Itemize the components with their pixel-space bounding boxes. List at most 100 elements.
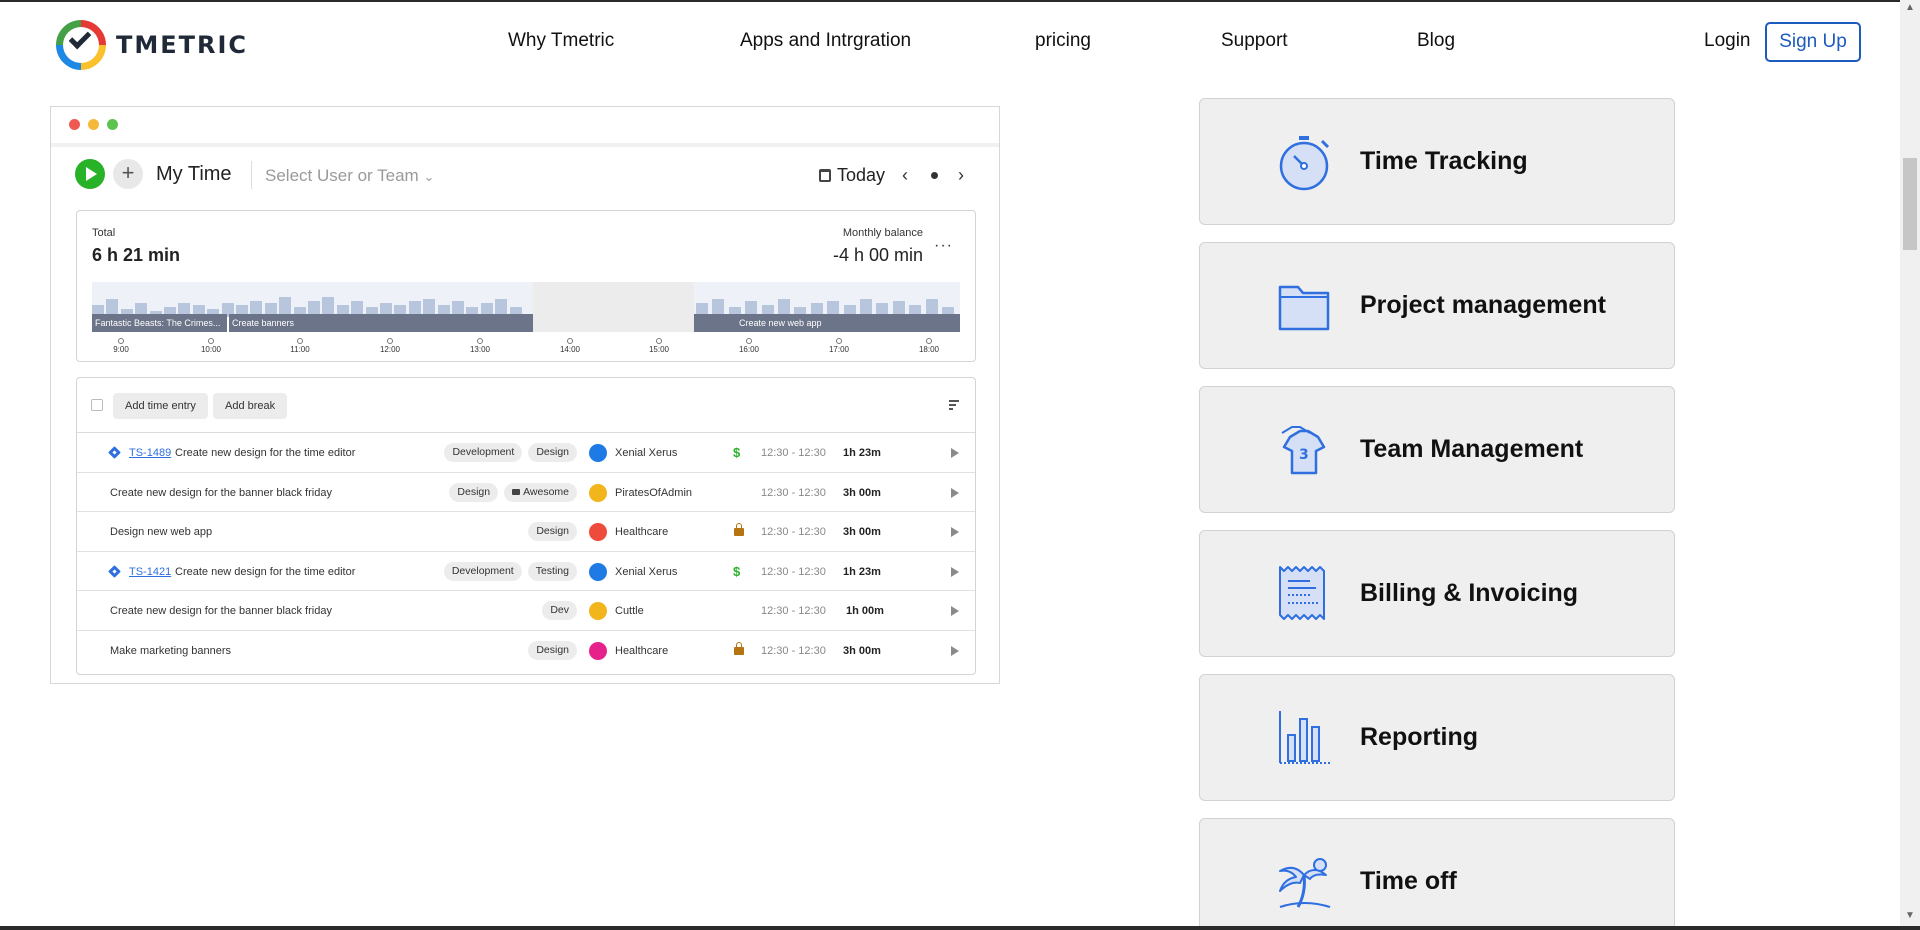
play-icon[interactable] — [951, 645, 959, 656]
signup-button[interactable]: Sign Up — [1765, 22, 1861, 62]
timeline-task[interactable]: Create new web app — [694, 314, 960, 332]
time-entry-row[interactable]: Make marketing banners Design Healthcare… — [77, 631, 975, 671]
prev-day-button[interactable]: ‹ — [902, 165, 908, 186]
sort-icon[interactable] — [949, 400, 959, 410]
brand-name: TMETRIC — [116, 31, 249, 59]
entry-description: Create new design for the banner black f… — [110, 605, 332, 617]
scroll-down-arrow-icon[interactable]: ▼ — [1905, 910, 1915, 921]
chevron-down-icon: ⌄ — [423, 169, 435, 184]
tag-label: Awesome — [523, 485, 569, 498]
time-range: 12:30 - 12:30 — [761, 644, 826, 657]
stopwatch-icon — [1279, 136, 1330, 191]
entry-duration: 1h 23m — [843, 447, 881, 459]
time-entry-row[interactable]: TS-1421 Create new design for the time e… — [77, 552, 975, 591]
timeline-idle-gap — [533, 282, 694, 332]
project-color-dot — [589, 562, 607, 581]
project-name: PiratesOfAdmin — [615, 486, 693, 499]
feature-card-time-off[interactable]: Time off — [1199, 818, 1675, 930]
entry-tags: Design — [528, 640, 577, 660]
play-icon[interactable] — [951, 487, 959, 498]
project-color-dot — [589, 602, 607, 620]
ticket-link[interactable]: TS-1421 — [129, 566, 171, 578]
login-link[interactable]: Login — [1704, 30, 1751, 52]
project-color-dot — [589, 483, 607, 502]
project-name: Healthcare — [615, 526, 669, 538]
tag: Awesome — [504, 482, 577, 502]
select-all-checkbox[interactable] — [91, 399, 103, 411]
entry-duration: 1h 23m — [843, 565, 881, 578]
palm-tree-icon — [1279, 858, 1331, 908]
more-options-icon[interactable]: ··· — [934, 237, 953, 255]
feature-title: Team Management — [1360, 435, 1584, 463]
feature-card-billing-invoicing[interactable]: Billing & Invoicing — [1199, 530, 1675, 657]
logo-icon — [56, 20, 106, 70]
project-color-dot — [589, 641, 607, 660]
bottom-edge — [0, 926, 1920, 930]
page-title: My Time — [156, 163, 232, 185]
time-range: 12:30 - 12:30 — [761, 447, 826, 459]
start-timer-button[interactable] — [75, 159, 105, 189]
scroll-up-arrow-icon[interactable]: ▲ — [1905, 2, 1915, 13]
timeline-tick: 18:00 — [909, 338, 949, 354]
nav-support[interactable]: Support — [1221, 30, 1288, 52]
page-scrollbar[interactable]: ▲ ▼ — [1900, 0, 1920, 930]
page: TMETRIC Why Tmetric Apps and Intrgration… — [0, 0, 1920, 930]
time-entry-row[interactable]: Design new web app Design Healthcare 12:… — [77, 512, 975, 552]
nav-why-tmetric[interactable]: Why Tmetric — [508, 30, 614, 52]
feature-card-reporting[interactable]: Reporting — [1199, 674, 1675, 801]
time-entry-row[interactable]: Create new design for the banner black f… — [77, 591, 975, 631]
time-summary: Total 6 h 21 min Monthly balance -4 h 00… — [76, 210, 976, 362]
total-value: 6 h 21 min — [92, 245, 181, 265]
scrollbar-thumb[interactable] — [1903, 158, 1917, 250]
project-name: Healthcare — [615, 644, 669, 657]
feature-card-project-management[interactable]: Project management — [1199, 242, 1675, 369]
feature-title: Time Tracking — [1360, 147, 1528, 175]
feature-title: Time off — [1360, 867, 1457, 895]
entry-duration: 3h 00m — [843, 486, 881, 499]
billable-icon: $ — [733, 445, 741, 460]
play-icon[interactable] — [951, 527, 959, 537]
user-team-select[interactable]: Select User or Team ⌄ — [265, 166, 434, 186]
play-icon[interactable] — [951, 448, 959, 458]
time-range: 12:30 - 12:30 — [761, 526, 826, 538]
tag: Design — [449, 482, 499, 502]
today-dot-button[interactable] — [931, 172, 938, 179]
add-time-entry-button[interactable]: Add time entry — [113, 393, 208, 419]
team-shirt-icon: 3 — [1281, 426, 1326, 475]
add-entry-button[interactable]: + — [113, 159, 143, 189]
feature-card-time-tracking[interactable]: Time Tracking — [1199, 98, 1675, 225]
add-break-button[interactable]: Add break — [213, 393, 288, 419]
play-icon[interactable] — [951, 606, 959, 616]
billable-icon: $ — [733, 563, 741, 579]
time-entry-row[interactable]: TS-1489 Create new design for the time e… — [77, 433, 975, 473]
feature-card-team-management[interactable]: 3 Team Management — [1199, 386, 1675, 513]
tag: Design — [528, 443, 577, 462]
project-name: Cuttle — [615, 605, 644, 617]
balance-value: -4 h 00 min — [832, 245, 923, 265]
svg-text:3: 3 — [1299, 447, 1309, 463]
nav-pricing[interactable]: pricing — [1035, 30, 1091, 52]
jira-icon — [108, 446, 121, 459]
day-timeline: Fantastic Beasts: The Crimes... Create b… — [92, 282, 960, 354]
timeline-tick: 9:00 — [101, 338, 141, 354]
ticket-link[interactable]: TS-1489 — [129, 447, 171, 459]
entry-tags: Dev — [542, 601, 577, 620]
nav-blog[interactable]: Blog — [1417, 30, 1455, 52]
date-picker[interactable]: Today — [819, 165, 885, 186]
nav-apps-integration[interactable]: Apps and Intrgration — [740, 30, 911, 52]
timeline-task[interactable]: Fantastic Beasts: The Crimes... — [92, 314, 227, 332]
tag: Development — [443, 561, 522, 581]
feature-title: Reporting — [1360, 723, 1479, 751]
brand-logo[interactable]: TMETRIC — [56, 20, 248, 70]
project-color-dot — [589, 523, 607, 541]
next-day-button[interactable]: › — [958, 165, 964, 186]
entries-toolbar: Add time entry Add break — [77, 378, 975, 433]
time-entry-row[interactable]: Create new design for the banner black f… — [77, 473, 975, 512]
lock-icon — [734, 641, 744, 655]
timeline-task[interactable]: Create banners — [229, 314, 533, 332]
feature-title: Billing & Invoicing — [1360, 579, 1579, 607]
project-color-dot — [589, 444, 607, 462]
window-minimize-dot — [88, 119, 99, 130]
play-icon[interactable] — [951, 566, 959, 577]
entry-description: Make marketing banners — [110, 644, 232, 657]
